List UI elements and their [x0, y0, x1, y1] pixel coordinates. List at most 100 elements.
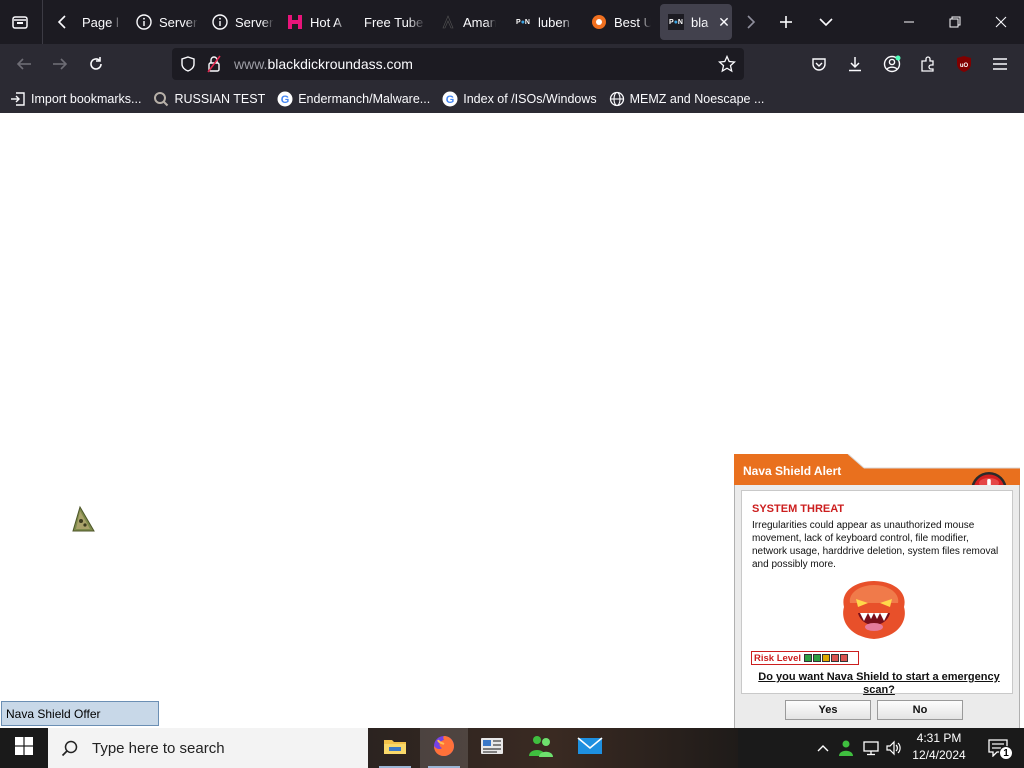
app-menu-icon[interactable]	[984, 48, 1016, 80]
forward-icon[interactable]	[44, 48, 76, 80]
a-logo-icon	[440, 14, 456, 30]
globe-icon	[609, 91, 625, 107]
bookmark-endermanch[interactable]: G Endermanch/Malware...	[277, 91, 430, 107]
close-window-icon[interactable]	[978, 0, 1024, 44]
threat-description: Irregularities could appear as unauthori…	[752, 520, 999, 570]
nava-shield-alert-window: Nava Shield Alert SYSTEM THREAT Irregula…	[734, 454, 1020, 735]
back-icon[interactable]	[8, 48, 40, 80]
pocket-icon[interactable]	[803, 48, 835, 80]
firefox-app[interactable]	[420, 728, 468, 768]
tab-scroll-left-icon[interactable]	[43, 0, 83, 44]
alert-body: SYSTEM THREAT Irregularities could appea…	[734, 485, 1020, 735]
bookmark-label: Import bookmarks...	[31, 91, 142, 106]
clock[interactable]: 4:31 PM 12/4/2024	[904, 730, 974, 764]
firefox-icon	[432, 734, 456, 763]
tab-title: Page l	[82, 14, 119, 30]
scan-question: Do you want Nava Shield to start a emerg…	[758, 671, 1000, 696]
ublock-origin-icon[interactable]: uO	[948, 48, 980, 80]
bookmark-memz[interactable]: MEMZ and Noescape ...	[609, 91, 765, 107]
extensions-icon[interactable]	[912, 48, 944, 80]
people-app[interactable]	[517, 728, 565, 768]
svg-text:G: G	[281, 94, 290, 106]
search-placeholder: Type here to search	[92, 739, 225, 757]
network-icon[interactable]	[860, 728, 882, 768]
angry-monster-icon	[836, 577, 912, 643]
action-center-button[interactable]: 1	[978, 728, 1018, 768]
tab-title: Best U	[614, 14, 651, 30]
list-all-tabs-icon[interactable]	[806, 0, 846, 44]
import-icon	[10, 91, 26, 107]
url-bar[interactable]: www.blackdickroundass.com	[172, 48, 744, 80]
bookmark-label: MEMZ and Noescape ...	[629, 91, 765, 106]
insecure-lock-icon[interactable]	[207, 55, 221, 78]
notification-icon: 1	[988, 739, 1013, 760]
folder-icon	[383, 736, 407, 761]
porn-logo-icon: P ● N	[515, 14, 531, 30]
newspaper-icon	[480, 736, 504, 761]
tab-title: Free Tube	[364, 14, 424, 30]
risk-box	[804, 654, 812, 662]
risk-box	[831, 654, 839, 662]
risk-box	[813, 654, 821, 662]
people-tray-icon[interactable]	[836, 728, 856, 768]
restore-icon[interactable]	[932, 0, 978, 44]
start-button[interactable]	[0, 728, 48, 768]
risk-box	[822, 654, 830, 662]
notification-count-badge: 1	[999, 746, 1013, 760]
bookmark-star-icon[interactable]	[717, 54, 737, 78]
nava-shield-offer-label[interactable]: Nava Shield Offer	[1, 701, 159, 726]
navigation-toolbar: www.blackdickroundass.com uO	[0, 44, 1024, 84]
tab-9-active[interactable]: P ● N bla ✕	[660, 4, 732, 40]
windows-logo-icon	[15, 736, 33, 760]
risk-level-label: Risk Level	[754, 652, 801, 664]
google-icon: G	[277, 91, 293, 107]
windows-taskbar: Type here to search 4:31 PM 12/4/2024 1	[0, 728, 1024, 768]
tracking-protection-shield-icon[interactable]	[180, 56, 196, 77]
volume-icon[interactable]	[884, 728, 904, 768]
show-hidden-icons-chevron-icon[interactable]	[814, 728, 832, 768]
tab-scroll-right-icon[interactable]	[730, 0, 770, 44]
reload-icon[interactable]	[80, 48, 112, 80]
search-icon	[61, 739, 79, 757]
new-tab-icon[interactable]	[766, 0, 806, 44]
contacts-icon	[528, 734, 554, 763]
tab-1[interactable]: Page l	[82, 4, 122, 40]
tab-4[interactable]: Hot A	[287, 4, 347, 40]
bookmark-russian-test[interactable]: RUSSIAN TEST	[153, 91, 265, 107]
tab-title: luben	[538, 14, 570, 30]
system-threat-heading: SYSTEM THREAT	[752, 503, 845, 515]
bookmark-import[interactable]: Import bookmarks...	[10, 91, 141, 107]
tab-3[interactable]: Server	[212, 4, 274, 40]
tab-6[interactable]: Aman	[440, 4, 496, 40]
url-domain: blackdickroundass.com	[267, 56, 413, 72]
file-explorer-app[interactable]	[371, 728, 419, 768]
alert-message-panel: SYSTEM THREAT Irregularities could appea…	[741, 490, 1013, 696]
bookmark-label: RUSSIAN TEST	[174, 91, 266, 106]
tab-8[interactable]: Best U	[591, 4, 651, 40]
minimize-icon[interactable]	[886, 0, 932, 44]
tab-title: Aman	[463, 14, 496, 30]
h-logo-icon	[287, 14, 303, 30]
bookmarks-toolbar: Import bookmarks... RUSSIAN TEST G Ender…	[0, 84, 1024, 113]
tab-title: Server	[235, 14, 274, 30]
bookmark-label: Endermanch/Malware...	[298, 91, 431, 106]
svg-text:uO: uO	[960, 63, 969, 69]
url-prefix: www.	[234, 56, 268, 72]
bookmark-isos-windows[interactable]: G Index of /ISOs/Windows	[442, 91, 597, 107]
tab-5[interactable]: Free Tube	[364, 4, 426, 40]
mail-app[interactable]	[566, 728, 614, 768]
news-app[interactable]	[468, 728, 516, 768]
url-text[interactable]: www.blackdickroundass.com	[234, 56, 413, 72]
no-button[interactable]: No	[877, 700, 963, 720]
search-icon	[153, 91, 169, 107]
yes-button[interactable]: Yes	[785, 700, 871, 720]
svg-text:G: G	[446, 94, 455, 106]
tab-2[interactable]: Server	[136, 4, 198, 40]
account-icon[interactable]	[876, 48, 908, 80]
risk-level-meter: Risk Level	[751, 651, 859, 665]
bookmark-label: Index of /ISOs/Windows	[463, 91, 597, 106]
downloads-icon[interactable]	[839, 48, 871, 80]
firefox-view-icon[interactable]	[0, 0, 40, 44]
taskbar-search-box[interactable]: Type here to search	[48, 728, 368, 768]
tab-7[interactable]: P ● N luben	[515, 4, 573, 40]
